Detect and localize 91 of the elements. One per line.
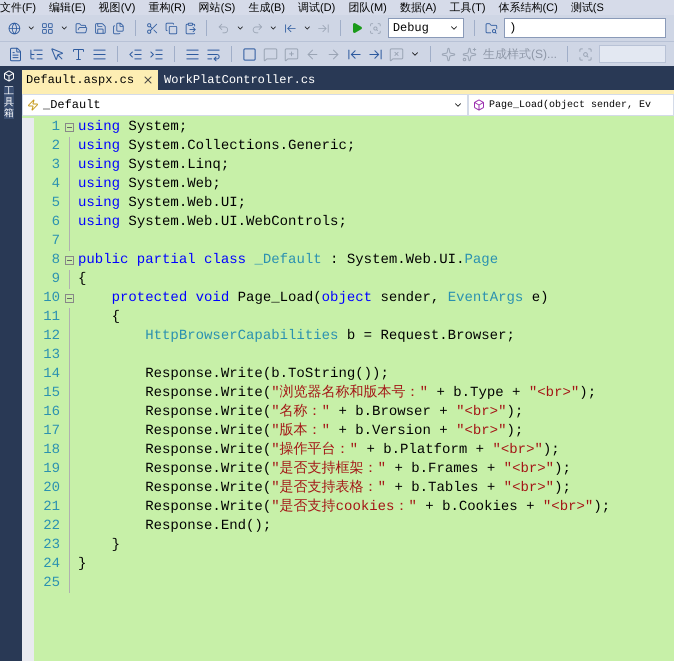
menu-item[interactable]: 网站(S) bbox=[198, 0, 236, 14]
document-tab[interactable]: WorkPlatController.cs bbox=[160, 70, 320, 90]
document-tab[interactable]: Default.aspx.cs bbox=[22, 70, 158, 90]
menu-item[interactable]: 数据(A) bbox=[400, 0, 436, 14]
code-line: protected void Page_Load(object sender, EventArgs e) bbox=[110, 289, 549, 308]
code-line: Response.Write(b.ToString()); bbox=[144, 365, 389, 384]
line-number: 3 bbox=[50, 156, 60, 175]
play-icon[interactable] bbox=[351, 21, 364, 35]
code-line: using System.Web.UI; bbox=[78, 194, 246, 213]
next-document-icon[interactable] bbox=[368, 46, 383, 62]
line-number: 5 bbox=[50, 194, 60, 213]
line-number: 15 bbox=[42, 384, 60, 403]
list-icon[interactable] bbox=[92, 46, 107, 62]
code-line: { bbox=[110, 308, 120, 327]
line-number: 16 bbox=[42, 403, 60, 422]
line-number: 7 bbox=[50, 232, 60, 251]
toolbar-field[interactable] bbox=[599, 45, 666, 63]
line-number: 2 bbox=[50, 137, 60, 156]
line-number: 12 bbox=[42, 327, 60, 346]
code-line: } bbox=[110, 536, 120, 555]
menu-item[interactable]: 生成(B) bbox=[248, 0, 286, 14]
line-number: 24 bbox=[42, 555, 60, 574]
code-line: Response.Write("是否支持框架：" + b.Frames + "<br>"); bbox=[144, 459, 571, 479]
code-line: } bbox=[78, 555, 86, 574]
code-line: Response.Write("是否支持cookies：" + b.Cookies + "<br>"); bbox=[144, 498, 610, 517]
code-line: using System.Web.UI.WebControls; bbox=[78, 213, 347, 232]
code-line: using System.Collections.Generic; bbox=[78, 137, 356, 156]
grid-icon[interactable] bbox=[41, 20, 54, 36]
line-number: 9 bbox=[50, 270, 60, 289]
code-line: public partial class _Default : System.Web.UI.Page bbox=[78, 251, 498, 270]
collapse-icon[interactable] bbox=[64, 256, 74, 265]
code-line: Response.End(); bbox=[144, 517, 272, 536]
menu-item[interactable]: 测试(S bbox=[570, 0, 604, 14]
code-line: Response.Write("浏览器名称和版本号：" + b.Type + "<br>"); bbox=[144, 383, 596, 403]
close-icon[interactable] bbox=[142, 74, 154, 86]
collapse-icon[interactable] bbox=[64, 294, 74, 303]
code-line: Response.Write("是否支持表格：" + b.Tables + "<br>"); bbox=[144, 478, 571, 498]
code-line: using System; bbox=[78, 118, 188, 137]
save-icon[interactable] bbox=[94, 20, 106, 36]
menu-item[interactable]: 团队(M) bbox=[348, 0, 387, 14]
member-dropdown[interactable]: Page_Load(object sender, Ev bbox=[469, 95, 673, 115]
line-number: 20 bbox=[42, 479, 60, 498]
paste-icon[interactable] bbox=[184, 20, 196, 36]
menu-item[interactable]: 工具(T) bbox=[449, 0, 486, 14]
code-line: HttpBrowserCapabilities b = Request.Browser; bbox=[144, 327, 515, 346]
code-line: Response.Write("操作平台：" + b.Platform + "<br>"); bbox=[144, 440, 560, 460]
menu-item[interactable]: 重构(R) bbox=[148, 0, 186, 14]
code-line: Response.Write("版本：" + b.Version + "<br>"); bbox=[144, 422, 524, 441]
menu-item[interactable]: 编辑(E) bbox=[49, 0, 86, 14]
line-number: 6 bbox=[50, 213, 60, 232]
line-number: 11 bbox=[42, 308, 60, 327]
line-number: 18 bbox=[42, 441, 60, 460]
tree-icon[interactable] bbox=[29, 46, 44, 62]
cut-icon[interactable] bbox=[146, 20, 159, 36]
line-number: 4 bbox=[50, 175, 60, 194]
indent-icon[interactable] bbox=[149, 46, 164, 62]
line-number: 22 bbox=[42, 517, 60, 536]
code-line: { bbox=[78, 270, 86, 289]
outdent-icon[interactable] bbox=[128, 46, 143, 62]
line-number: 21 bbox=[42, 498, 60, 517]
collapse-icon[interactable] bbox=[64, 123, 74, 132]
line-number: 14 bbox=[42, 365, 60, 384]
menu-item[interactable]: 文件(F) bbox=[0, 0, 36, 14]
menu-item[interactable]: 调试(D) bbox=[298, 0, 336, 14]
menu-item[interactable]: 体系结构(C) bbox=[498, 0, 558, 14]
document-icon[interactable] bbox=[8, 46, 23, 62]
code-line: Response.Write("名称：" + b.Browser + "<br>"); bbox=[144, 402, 524, 422]
save-all-icon[interactable] bbox=[112, 20, 126, 36]
line-number: 1 bbox=[50, 118, 60, 137]
previous-document-icon[interactable] bbox=[347, 46, 362, 62]
pointer-icon[interactable] bbox=[50, 46, 65, 62]
find-field[interactable]: ) bbox=[504, 18, 666, 38]
copy-icon[interactable] bbox=[164, 20, 178, 36]
toolbox-icon[interactable] bbox=[3, 70, 15, 82]
folder-icon[interactable] bbox=[74, 20, 88, 36]
find-in-files-icon[interactable] bbox=[485, 20, 498, 36]
line-number: 19 bbox=[42, 460, 60, 479]
configuration-dropdown[interactable]: Debug bbox=[388, 18, 464, 38]
line-number: 13 bbox=[42, 346, 60, 365]
menu-item[interactable]: 视图(V) bbox=[98, 0, 136, 14]
code-line: using System.Linq; bbox=[78, 156, 230, 175]
line-number: 25 bbox=[42, 574, 60, 593]
line-number: 23 bbox=[42, 536, 60, 555]
toolbox-tab[interactable]: 工具箱 bbox=[4, 86, 14, 119]
line-number: 8 bbox=[50, 251, 60, 270]
globe-icon[interactable] bbox=[8, 20, 21, 36]
text-icon[interactable] bbox=[71, 46, 86, 62]
class-dropdown[interactable]: _Default bbox=[23, 95, 467, 115]
line-number: 17 bbox=[42, 422, 60, 441]
line-number: 10 bbox=[42, 289, 60, 308]
code-line: using System.Web; bbox=[78, 175, 221, 194]
